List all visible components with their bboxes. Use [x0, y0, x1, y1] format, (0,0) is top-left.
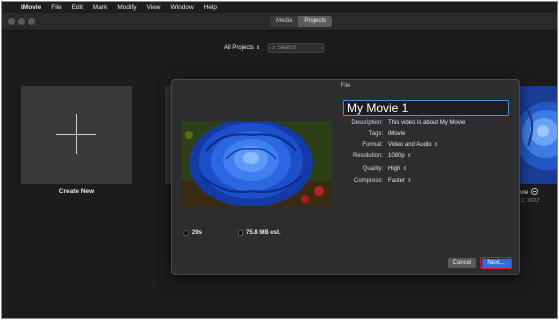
- blue-rose-image: [181, 121, 332, 206]
- blue-rose-thumbnail: [518, 86, 557, 184]
- menu-bar: iMovie File Edit Mark Modify View Window…: [2, 2, 557, 13]
- search-icon: ⌕: [272, 44, 276, 51]
- project-title-field[interactable]: [343, 100, 509, 116]
- menu-window[interactable]: Window: [166, 4, 199, 11]
- file-size-stat: 75.8 MB est.: [238, 230, 281, 236]
- menu-edit[interactable]: Edit: [67, 4, 88, 11]
- next-button[interactable]: Next...: [481, 258, 511, 268]
- compress-select[interactable]: Faster ⇕: [388, 178, 412, 184]
- duration-stat: 29s: [183, 230, 202, 236]
- duration-value: 29s: [192, 230, 203, 236]
- create-new-label: Create New: [58, 188, 95, 195]
- description-row: Description: This video is about My Movi…: [342, 118, 512, 128]
- create-new-tile[interactable]: [21, 86, 132, 184]
- description-field[interactable]: This video is about My Movie: [388, 120, 465, 126]
- dialog-title: File: [340, 83, 351, 89]
- project-filter-bar: All Projects ⇕ ⌕: [224, 43, 325, 53]
- search-box[interactable]: ⌕: [268, 43, 325, 53]
- search-input[interactable]: [277, 45, 322, 51]
- project-date: 2, 2022: [521, 198, 540, 204]
- tab-media[interactable]: Media: [270, 16, 298, 27]
- file-icon: [238, 230, 243, 236]
- zoom-window-button[interactable]: [28, 18, 35, 25]
- minimize-window-button[interactable]: [18, 18, 25, 25]
- menu-view[interactable]: View: [142, 4, 166, 11]
- tags-field[interactable]: iMovie: [388, 131, 405, 137]
- resolution-row: Resolution: 1080p ⇕: [342, 151, 512, 161]
- menu-help[interactable]: Help: [199, 4, 222, 11]
- quality-select[interactable]: High ⇕: [388, 166, 407, 172]
- compress-row: Compress: Faster ⇕: [342, 176, 512, 186]
- view-switcher: Media Projects: [270, 16, 333, 27]
- resolution-label: Resolution:: [352, 153, 383, 159]
- imovie-window: iMovie File Edit Mark Modify View Window…: [1, 1, 558, 319]
- quality-label: Quality:: [362, 166, 383, 172]
- file-size-value: 75.8 MB est.: [246, 230, 281, 236]
- compress-label: Compress:: [353, 178, 383, 184]
- description-label: Description:: [351, 120, 383, 126]
- chevron-updown-icon: ⇕: [406, 178, 412, 184]
- format-label: Format:: [362, 142, 383, 148]
- project-thumbnail[interactable]: [518, 86, 557, 184]
- all-projects-dropdown[interactable]: All Projects ⇕: [224, 45, 260, 51]
- format-select[interactable]: Video and Audio ⇕: [388, 142, 438, 148]
- quality-row: Quality: High ⇕: [342, 164, 512, 174]
- share-file-dialog: File Description: This vi: [171, 79, 520, 275]
- title-bar: Media Projects: [2, 13, 557, 31]
- tags-row: Tags: iMovie: [342, 129, 512, 139]
- menu-modify[interactable]: Modify: [112, 4, 141, 11]
- resolution-select[interactable]: 1080p ⇕: [388, 153, 411, 159]
- chevron-updown-icon: ⇕: [405, 153, 412, 159]
- chevron-updown-icon: ⇕: [432, 142, 439, 148]
- menu-mark[interactable]: Mark: [88, 4, 112, 11]
- cancel-button[interactable]: Cancel: [448, 258, 476, 268]
- chevron-updown-icon: ⇕: [401, 166, 407, 172]
- more-options-icon[interactable]: [531, 188, 539, 195]
- tags-label: Tags:: [368, 131, 383, 137]
- clock-icon: [183, 230, 189, 236]
- next-button-highlight: Next...: [480, 257, 512, 269]
- chevron-updown-icon: ⇕: [256, 45, 261, 51]
- all-projects-label: All Projects: [224, 45, 255, 51]
- project-name: vie: [520, 188, 539, 196]
- tab-projects[interactable]: Projects: [298, 16, 333, 27]
- menu-app-imovie[interactable]: iMovie: [16, 4, 46, 11]
- format-row: Format: Video and Audio ⇕: [342, 140, 512, 150]
- menu-file[interactable]: File: [46, 4, 66, 11]
- video-preview-thumbnail: [181, 121, 332, 206]
- close-window-button[interactable]: [8, 18, 15, 25]
